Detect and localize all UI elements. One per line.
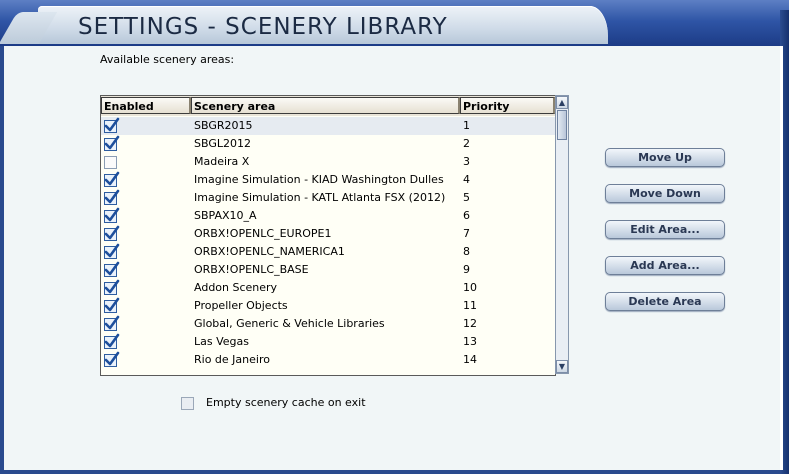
scroll-up-icon[interactable]: ▲ [556, 96, 568, 109]
priority-value: 5 [463, 191, 470, 204]
priority-value: 13 [463, 335, 477, 348]
priority-value: 9 [463, 263, 470, 276]
priority-value: 2 [463, 137, 470, 150]
enabled-checkbox[interactable] [104, 156, 117, 169]
priority-value: 11 [463, 299, 477, 312]
empty-cache-checkbox[interactable] [181, 397, 194, 410]
priority-value: 1 [463, 119, 470, 132]
enabled-checkbox[interactable] [104, 225, 120, 241]
column-header-enabled[interactable]: Enabled [101, 97, 191, 114]
table-row[interactable]: SBGR2015 1 [101, 117, 555, 135]
title-tab: SETTINGS - SCENERY LIBRARY [38, 6, 608, 44]
priority-value: 12 [463, 317, 477, 330]
available-areas-label: Available scenery areas: [100, 53, 235, 66]
checkmark-icon [104, 279, 120, 294]
table-row[interactable]: Rio de Janeiro 14 [101, 351, 555, 369]
priority-value: 10 [463, 281, 477, 294]
checkmark-icon [104, 189, 120, 204]
enabled-checkbox[interactable] [104, 189, 120, 205]
list-scrollbar[interactable]: ▲ ▼ [555, 95, 569, 374]
checkmark-icon [104, 225, 120, 240]
scenery-area-name: ORBX!OPENLC_NAMERICA1 [194, 245, 345, 258]
priority-value: 3 [463, 155, 470, 168]
priority-value: 8 [463, 245, 470, 258]
checkmark-icon [104, 243, 120, 258]
scenery-area-name: Imagine Simulation - KIAD Washington Dul… [194, 173, 444, 186]
table-row[interactable]: Addon Scenery 10 [101, 279, 555, 297]
table-row[interactable]: Madeira X 3 [101, 153, 555, 171]
table-row[interactable]: SBPAX10_A 6 [101, 207, 555, 225]
scenery-area-name: SBGR2015 [194, 119, 253, 132]
checkmark-icon [104, 135, 120, 150]
delete-area-button[interactable]: Delete Area [605, 292, 725, 311]
enabled-checkbox[interactable] [104, 117, 120, 133]
scenery-area-name: ORBX!OPENLC_EUROPE1 [194, 227, 332, 240]
enabled-checkbox[interactable] [104, 261, 120, 277]
priority-value: 14 [463, 353, 477, 366]
table-row[interactable]: ORBX!OPENLC_EUROPE1 7 [101, 225, 555, 243]
table-row[interactable]: SBGL2012 2 [101, 135, 555, 153]
list-header: Enabled Scenery area Priority [101, 96, 555, 116]
enabled-checkbox[interactable] [104, 333, 120, 349]
table-row[interactable]: ORBX!OPENLC_BASE 9 [101, 261, 555, 279]
scenery-area-name: SBPAX10_A [194, 209, 257, 222]
column-header-priority[interactable]: Priority [460, 97, 555, 114]
priority-value: 7 [463, 227, 470, 240]
scenery-list[interactable]: Enabled Scenery area Priority SBGR2015 1 S… [100, 95, 556, 376]
scenery-area-name: Rio de Janeiro [194, 353, 270, 366]
empty-cache-label: Empty scenery cache on exit [206, 396, 366, 409]
enabled-checkbox[interactable] [104, 297, 120, 313]
move-down-button[interactable]: Move Down [605, 184, 725, 203]
enabled-checkbox[interactable] [104, 135, 120, 151]
scenery-area-name: Propeller Objects [194, 299, 288, 312]
table-row[interactable]: Global, Generic & Vehicle Libraries 12 [101, 315, 555, 333]
scenery-area-name: Global, Generic & Vehicle Libraries [194, 317, 385, 330]
table-row[interactable]: Imagine Simulation - KIAD Washington Dul… [101, 171, 555, 189]
checkmark-icon [104, 333, 120, 348]
enabled-checkbox[interactable] [104, 171, 120, 187]
scroll-down-icon[interactable]: ▼ [556, 360, 568, 373]
checkmark-icon [104, 351, 120, 366]
table-row[interactable]: Propeller Objects 11 [101, 297, 555, 315]
enabled-checkbox[interactable] [104, 243, 120, 259]
scenery-area-name: Imagine Simulation - KATL Atlanta FSX (2… [194, 191, 446, 204]
move-up-button[interactable]: Move Up [605, 148, 725, 167]
enabled-checkbox[interactable] [104, 279, 120, 295]
column-header-scenery-area[interactable]: Scenery area [191, 97, 460, 114]
enabled-checkbox[interactable] [104, 207, 120, 223]
scenery-area-name: Las Vegas [194, 335, 249, 348]
checkmark-icon [104, 315, 120, 330]
scenery-area-name: ORBX!OPENLC_BASE [194, 263, 309, 276]
scenery-area-name: Madeira X [194, 155, 250, 168]
checkmark-icon [104, 171, 120, 186]
add-area-button[interactable]: Add Area... [605, 256, 725, 275]
checkmark-icon [104, 261, 120, 276]
priority-value: 4 [463, 173, 470, 186]
table-row[interactable]: ORBX!OPENLC_NAMERICA1 8 [101, 243, 555, 261]
table-row[interactable]: Las Vegas 13 [101, 333, 555, 351]
edit-area-button[interactable]: Edit Area... [605, 220, 725, 239]
scenery-area-name: SBGL2012 [194, 137, 251, 150]
checkmark-icon [104, 117, 120, 132]
page-title: SETTINGS - SCENERY LIBRARY [78, 14, 448, 40]
checkmark-icon [104, 297, 120, 312]
checkmark-icon [104, 207, 120, 222]
priority-value: 6 [463, 209, 470, 222]
table-row[interactable]: Imagine Simulation - KATL Atlanta FSX (2… [101, 189, 555, 207]
scenery-area-name: Addon Scenery [194, 281, 278, 294]
enabled-checkbox[interactable] [104, 351, 120, 367]
enabled-checkbox[interactable] [104, 315, 120, 331]
scroll-thumb[interactable] [557, 110, 567, 140]
